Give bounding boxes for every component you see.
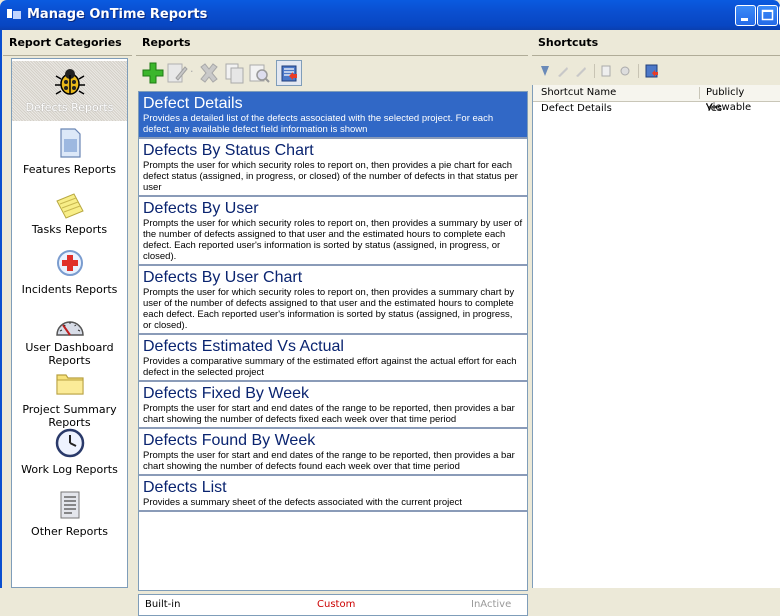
category-label: Work Log Reports	[21, 463, 118, 476]
dropdown-arrow-icon[interactable]: ·	[190, 65, 194, 78]
report-name: Defects Estimated Vs Actual	[143, 338, 344, 355]
clock-icon	[55, 428, 84, 458]
report-item[interactable]: Defects By User Chart Prompts the user fo…	[139, 266, 527, 335]
column-header-shortcut-name[interactable]: Shortcut Name	[541, 85, 616, 100]
category-project-summary[interactable]: Project Summary Reports	[12, 365, 127, 429]
report-name: Defects By User Chart	[143, 269, 303, 286]
report-item[interactable]: Defects Fixed By Week Prompts the user fo…	[139, 382, 527, 429]
copy-shortcut-icon[interactable]	[600, 64, 614, 78]
report-name: Defects By User	[143, 200, 259, 217]
window-frame	[0, 30, 2, 588]
shortcuts-table: Shortcut Name Publicly Viewable Defect D…	[532, 85, 780, 588]
report-name: Defect Details	[143, 95, 243, 112]
reports-legend: Built-in Custom InActive	[138, 594, 528, 616]
category-tasks[interactable]: Tasks Reports	[12, 185, 127, 245]
category-work-log[interactable]: Work Log Reports	[12, 425, 127, 485]
minimize-button[interactable]	[735, 5, 756, 26]
delete-icon[interactable]	[198, 62, 220, 84]
category-label: User Dashboard Reports	[25, 341, 114, 367]
report-item[interactable]: Defect Details Provides a detailed list o…	[139, 92, 527, 139]
report-sheet-icon	[60, 491, 79, 519]
gauge-icon	[55, 321, 84, 336]
minimize-icon	[741, 18, 748, 21]
legend-custom: Custom	[317, 599, 356, 610]
category-other[interactable]: Other Reports	[12, 485, 127, 545]
report-item[interactable]: Defects Estimated Vs Actual Provides a co…	[139, 335, 527, 382]
category-label: Tasks Reports	[31, 223, 108, 236]
document-icon	[59, 128, 81, 158]
report-item[interactable]: Defects List Provides a summary sheet of …	[139, 476, 527, 512]
shortcut-toggle-button[interactable]	[276, 60, 302, 86]
category-label: Defects Reports	[25, 101, 114, 114]
categories-panel: Report Categories Defects Reports Featur…	[3, 32, 132, 588]
preview-icon[interactable]	[248, 62, 270, 84]
reports-toolbar: ·	[136, 58, 528, 90]
report-description: Prompts the user for start and end dates…	[143, 450, 515, 472]
category-defects[interactable]: Defects Reports	[12, 61, 127, 121]
column-divider[interactable]	[699, 87, 700, 99]
report-item[interactable]: Defects By User Prompts the user for whic…	[139, 197, 527, 266]
run-report-icon[interactable]	[644, 63, 660, 79]
rename-icon[interactable]	[574, 64, 588, 78]
category-label: Features Reports	[23, 163, 116, 176]
toolbar-separator	[594, 64, 595, 78]
move-down-icon[interactable]	[538, 64, 552, 78]
report-item[interactable]: Defects By Status Chart Prompts the user …	[139, 139, 527, 197]
title-bar[interactable]: Manage OnTime Reports	[0, 0, 780, 30]
table-row[interactable]: Defect Details Yes	[533, 102, 780, 115]
shortcuts-header: Shortcuts	[532, 32, 780, 56]
edit-shortcut-icon[interactable]	[556, 64, 570, 78]
category-features[interactable]: Features Reports	[12, 125, 127, 185]
medical-cross-icon	[56, 250, 83, 276]
shortcuts-panel: Shortcuts Shortcut Name Publicly Viewabl…	[532, 32, 780, 588]
toolbar-separator	[638, 64, 639, 78]
edit-icon[interactable]	[166, 62, 188, 84]
reports-list: Defect Details Provides a detailed list o…	[138, 91, 528, 591]
report-description: Prompts the user for which security role…	[143, 218, 523, 262]
reports-panel: Reports · Defect Details Provides a deta…	[136, 32, 528, 616]
bug-icon	[54, 69, 85, 95]
maximize-button[interactable]	[757, 5, 778, 26]
categories-header: Report Categories	[3, 32, 132, 56]
shortcuts-table-header: Shortcut Name Publicly Viewable	[533, 85, 780, 113]
report-description: Prompts the user for which security role…	[143, 160, 518, 193]
shortcuts-toolbar	[532, 58, 780, 84]
category-user-dashboard[interactable]: User Dashboard Reports	[12, 305, 127, 367]
report-name: Defects By Status Chart	[143, 142, 314, 159]
reports-header: Reports	[136, 32, 528, 56]
publicly-viewable-cell: Yes	[706, 103, 723, 114]
category-incidents[interactable]: Incidents Reports	[12, 245, 127, 305]
add-icon[interactable]	[142, 62, 164, 84]
shortcut-icon	[281, 65, 297, 82]
preview-shortcut-icon[interactable]	[618, 64, 632, 78]
report-item[interactable]: Defects Found By Week Prompts the user fo…	[139, 429, 527, 476]
legend-inactive: InActive	[471, 599, 512, 610]
category-label: Other Reports	[31, 525, 108, 538]
report-name: Defects Fixed By Week	[143, 385, 309, 402]
app-icon	[7, 9, 21, 19]
copy-icon[interactable]	[224, 62, 246, 84]
legend-builtin: Built-in	[145, 599, 181, 610]
report-description: Provides a comparative summary of the es…	[143, 356, 517, 378]
categories-list: Defects Reports Features Reports Tasks R…	[11, 58, 128, 588]
sticky-notes-icon	[55, 193, 84, 219]
report-name: Defects List	[143, 479, 227, 496]
report-description: Provides a summary sheet of the defects …	[143, 497, 462, 508]
report-name: Defects Found By Week	[143, 432, 316, 449]
maximize-icon	[761, 9, 774, 21]
shortcut-name-cell: Defect Details	[541, 103, 612, 114]
folder-icon	[55, 374, 84, 395]
report-description: Prompts the user for which security role…	[143, 287, 515, 331]
report-description: Provides a detailed list of the defects …	[143, 113, 494, 135]
window-title: Manage OnTime Reports	[27, 7, 208, 22]
category-label: Incidents Reports	[21, 283, 118, 296]
report-description: Prompts the user for start and end dates…	[143, 403, 515, 425]
